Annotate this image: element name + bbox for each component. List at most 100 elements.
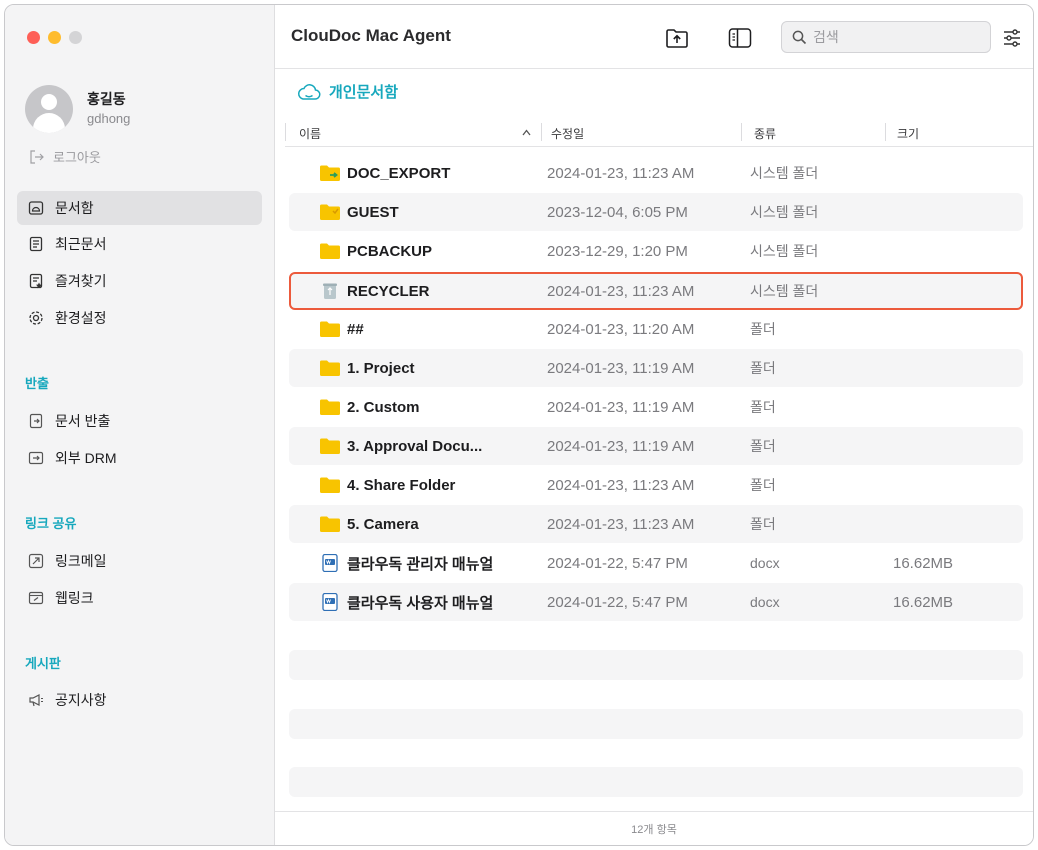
sidebar-item-documents[interactable]: 문서함: [17, 191, 262, 225]
column-modified[interactable]: 수정일: [551, 125, 584, 142]
file-type: 폴더: [750, 516, 776, 532]
sidebar-item-label: 환경설정: [55, 310, 107, 326]
file-name: PCBACKUP: [347, 242, 433, 260]
sidebar-item-label: 최근문서: [55, 236, 107, 252]
guest-folder-icon: [320, 204, 340, 220]
file-type: 폴더: [750, 321, 776, 337]
gear-icon: [27, 309, 45, 327]
file-name: DOC_EXPORT: [347, 164, 451, 182]
logout-button[interactable]: 로그아웃: [29, 147, 101, 166]
user-profile: 홍길동 gdhong: [25, 85, 130, 133]
toggle-panel-button[interactable]: [727, 25, 753, 51]
file-date: 2024-01-23, 11:19 AM: [547, 437, 695, 455]
upload-button[interactable]: [664, 25, 690, 51]
sidebar-item-label: 공지사항: [55, 692, 107, 708]
view-options-button[interactable]: [999, 25, 1025, 51]
file-row[interactable]: GUEST 2023-12-04, 6:05 PM 시스템 폴더: [289, 193, 1023, 231]
file-row[interactable]: 3. Approval Docu... 2024-01-23, 11:19 AM…: [289, 427, 1023, 465]
section-title-board: 게시판: [25, 656, 61, 671]
sidebar-panel-icon: [728, 28, 752, 48]
zoom-window-button[interactable]: [69, 31, 82, 44]
file-type: 시스템 폴더: [750, 283, 819, 299]
file-row[interactable]: ## 2024-01-23, 11:20 AM 폴더: [289, 310, 1023, 348]
file-name: RECYCLER: [347, 282, 430, 300]
file-row[interactable]: DOC_EXPORT 2024-01-23, 11:23 AM 시스템 폴더: [289, 154, 1023, 192]
file-name: 4. Share Folder: [347, 476, 456, 494]
export-folder-icon: [320, 165, 340, 181]
file-row[interactable]: 4. Share Folder 2024-01-23, 11:23 AM 폴더: [289, 466, 1023, 504]
file-type: 폴더: [750, 438, 776, 454]
megaphone-icon: [27, 691, 45, 709]
trash-icon: [323, 283, 337, 299]
file-name: ##: [347, 320, 364, 338]
folder-icon: [320, 477, 340, 493]
file-date: 2024-01-23, 11:23 AM: [547, 476, 695, 494]
sidebar-item-label: 문서함: [55, 200, 94, 216]
file-type: 시스템 폴더: [750, 204, 819, 220]
folder-icon: [320, 321, 340, 337]
file-date: 2024-01-23, 11:19 AM: [547, 359, 695, 377]
file-size: 16.62MB: [893, 593, 954, 611]
file-date: 2024-01-23, 11:23 AM: [547, 282, 695, 300]
sidebar-item-label: 링크메일: [55, 553, 107, 569]
sidebar-item-favorites[interactable]: 즐겨찾기: [17, 264, 262, 298]
file-date: 2023-12-04, 6:05 PM: [547, 203, 688, 221]
file-name: 클라우독 관리자 매뉴얼: [347, 555, 494, 573]
file-name: 2. Custom: [347, 398, 420, 416]
search-input[interactable]: [813, 29, 973, 45]
external-drm-icon: [27, 449, 45, 467]
sidebar-item-recent[interactable]: 최근문서: [17, 227, 262, 261]
app-title: ClouDoc Mac Agent: [291, 26, 451, 45]
file-type: 폴더: [750, 399, 776, 415]
file-row[interactable]: PCBACKUP 2023-12-29, 1:20 PM 시스템 폴더: [289, 232, 1023, 270]
file-type: 시스템 폴더: [750, 243, 819, 259]
sidebar-item-label: 외부 DRM: [55, 450, 117, 466]
link-mail-icon: [27, 552, 45, 570]
item-count: 12개 항목: [631, 823, 677, 836]
folder-icon: [320, 438, 340, 454]
file-row-selected[interactable]: RECYCLER 2024-01-23, 11:23 AM 시스템 폴더: [289, 272, 1023, 310]
file-row[interactable]: 클라우독 관리자 매뉴얼 2024-01-22, 5:47 PM docx 16…: [289, 544, 1023, 582]
sidebar-item-link-mail[interactable]: 링크메일: [17, 544, 262, 578]
cloud-icon: [297, 83, 321, 100]
column-type[interactable]: 종류: [754, 125, 776, 142]
search-icon: [792, 30, 807, 44]
window-controls: [27, 31, 82, 44]
file-type: 폴더: [750, 360, 776, 376]
column-header: 이름 수정일 종류 크기: [285, 117, 1033, 147]
export-icon: [27, 412, 45, 430]
file-type: docx: [750, 555, 780, 571]
web-link-icon: [27, 589, 45, 607]
sort-ascending-icon[interactable]: [522, 129, 531, 136]
sidebar-item-label: 웹링크: [55, 590, 94, 606]
close-window-button[interactable]: [27, 31, 40, 44]
file-row[interactable]: 1. Project 2024-01-23, 11:19 AM 폴더: [289, 349, 1023, 387]
file-type: docx: [750, 594, 780, 610]
sidebar-item-notice[interactable]: 공지사항: [17, 683, 262, 717]
sidebar-item-settings[interactable]: 환경설정: [17, 301, 262, 335]
search-box[interactable]: [781, 21, 991, 53]
file-row[interactable]: 2. Custom 2024-01-23, 11:19 AM 폴더: [289, 388, 1023, 426]
recent-document-icon: [27, 235, 45, 253]
section-title-link-share: 링크 공유: [25, 516, 77, 531]
sidebar-item-document-export[interactable]: 문서 반출: [17, 404, 262, 438]
empty-row: [289, 709, 1023, 739]
toolbar: ClouDoc Mac Agent: [275, 5, 1033, 69]
file-type: 시스템 폴더: [750, 165, 819, 181]
sliders-icon: [1004, 29, 1020, 47]
file-name: GUEST: [347, 203, 399, 221]
breadcrumb-label: 개인문서함: [329, 84, 399, 101]
file-row[interactable]: 5. Camera 2024-01-23, 11:23 AM 폴더: [289, 505, 1023, 543]
file-date: 2024-01-23, 11:23 AM: [547, 515, 695, 533]
sidebar: 홍길동 gdhong 로그아웃 문서함 최근문서 즐겨찾기 환경설정 반출 문서…: [5, 5, 275, 845]
file-name: 1. Project: [347, 359, 415, 377]
file-row[interactable]: 클라우독 사용자 매뉴얼 2024-01-22, 5:47 PM docx 16…: [289, 583, 1023, 621]
breadcrumb[interactable]: 개인문서함: [297, 81, 398, 102]
sidebar-item-web-link[interactable]: 웹링크: [17, 581, 262, 615]
file-type: 폴더: [750, 477, 776, 493]
sidebar-item-external-drm[interactable]: 외부 DRM: [17, 441, 262, 475]
column-name[interactable]: 이름: [299, 125, 321, 142]
docx-file-icon: [322, 593, 338, 611]
column-size[interactable]: 크기: [897, 125, 919, 142]
minimize-window-button[interactable]: [48, 31, 61, 44]
